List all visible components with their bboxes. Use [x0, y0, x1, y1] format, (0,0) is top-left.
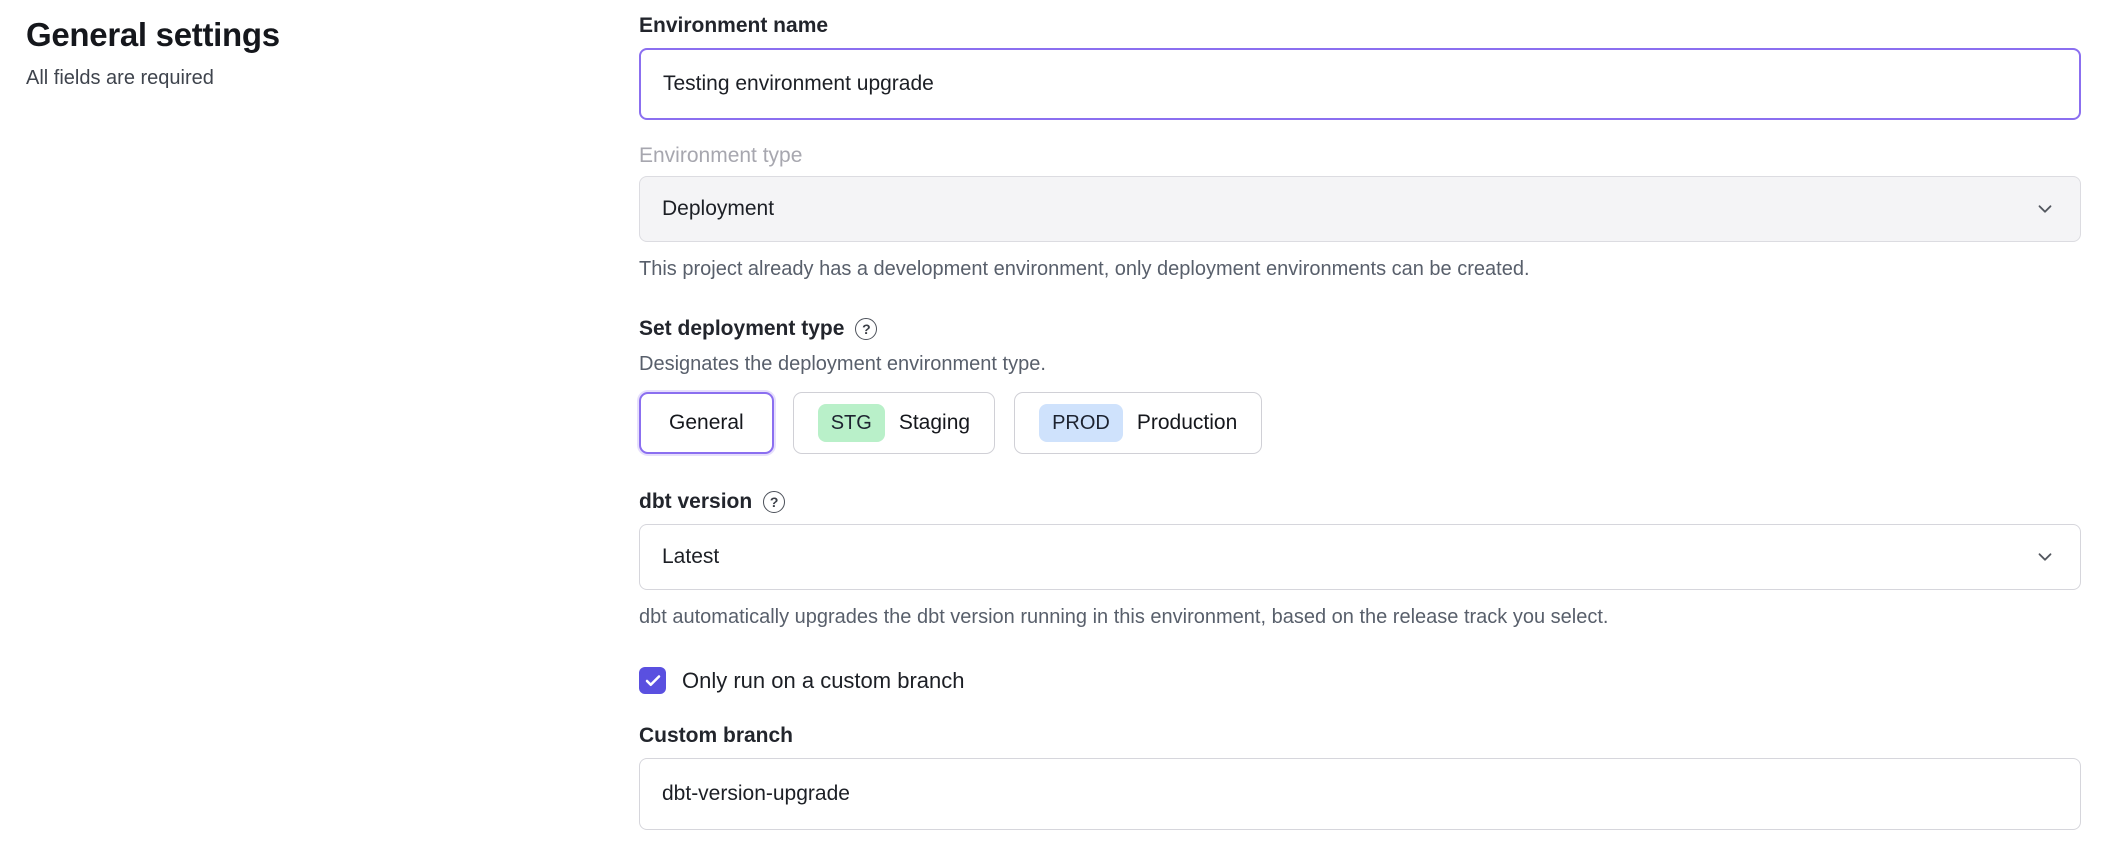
deployment-type-label: Set deployment type ? — [639, 317, 2081, 341]
custom-branch-checkbox[interactable] — [639, 667, 666, 694]
environment-type-label: Environment type — [639, 144, 2081, 168]
environment-settings-page: General settings All fields are required… — [0, 0, 2116, 864]
settings-title-block: General settings All fields are required — [26, 16, 280, 90]
chevron-down-icon — [2034, 198, 2056, 220]
stg-badge: STG — [818, 404, 885, 442]
chevron-down-icon — [2034, 546, 2056, 568]
deployment-type-production-button[interactable]: PROD Production — [1014, 392, 1262, 454]
environment-type-value: Deployment — [662, 197, 774, 221]
help-icon[interactable]: ? — [763, 491, 785, 513]
custom-branch-input[interactable] — [639, 758, 2081, 830]
deployment-type-staging-label: Staging — [899, 411, 970, 435]
settings-form: Environment name Environment type Deploy… — [639, 14, 2081, 830]
custom-branch-toggle-row: Only run on a custom branch — [639, 667, 2081, 694]
help-icon[interactable]: ? — [855, 318, 877, 340]
page-title: General settings — [26, 16, 280, 54]
dbt-version-label: dbt version ? — [639, 490, 2081, 514]
deployment-type-general-button[interactable]: General — [639, 392, 774, 454]
environment-name-input[interactable] — [639, 48, 2081, 120]
deployment-type-general-label: General — [669, 411, 744, 435]
deployment-type-staging-button[interactable]: STG Staging — [793, 392, 995, 454]
deployment-type-options: General STG Staging PROD Production — [639, 392, 2081, 454]
deployment-type-helper: Designates the deployment environment ty… — [639, 353, 2081, 376]
deployment-type-production-label: Production — [1137, 411, 1237, 435]
dbt-version-helper: dbt automatically upgrades the dbt versi… — [639, 606, 2081, 629]
dbt-version-select[interactable]: Latest — [639, 524, 2081, 590]
page-subtitle: All fields are required — [26, 67, 280, 90]
environment-type-select[interactable]: Deployment — [639, 176, 2081, 242]
environment-name-label: Environment name — [639, 14, 2081, 38]
dbt-version-value: Latest — [662, 545, 719, 569]
check-icon — [644, 672, 662, 690]
environment-type-helper: This project already has a development e… — [639, 258, 2081, 281]
custom-branch-toggle-label[interactable]: Only run on a custom branch — [682, 668, 964, 694]
prod-badge: PROD — [1039, 404, 1123, 442]
custom-branch-label: Custom branch — [639, 724, 2081, 748]
